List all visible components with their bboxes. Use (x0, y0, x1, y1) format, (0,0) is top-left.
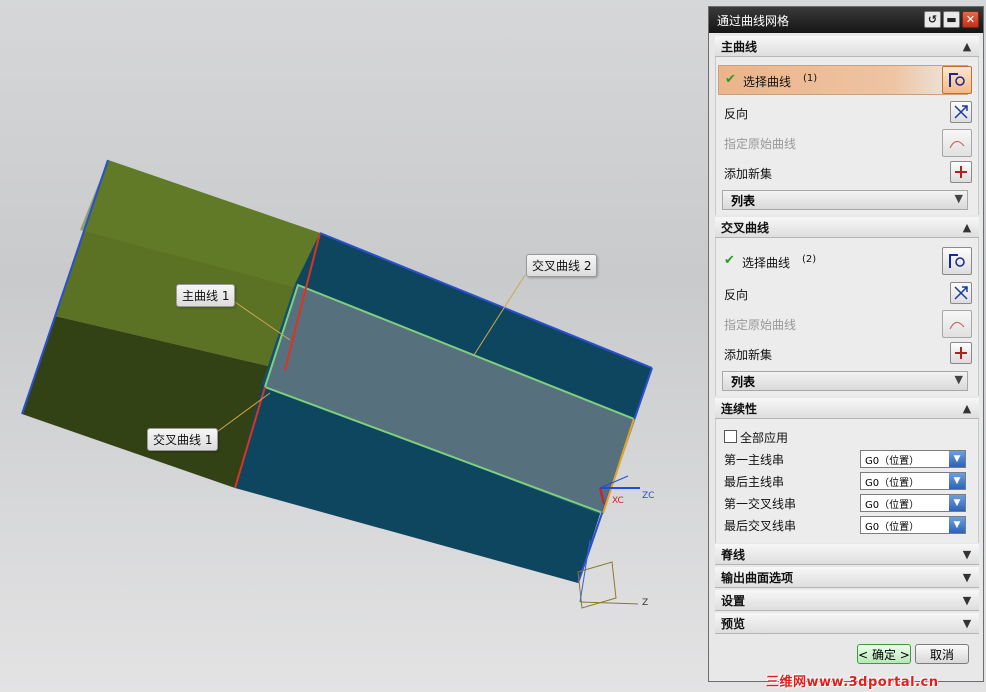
continuity-label-first-cross: 第一交叉线串 (724, 497, 797, 511)
axis-label-z: Z (642, 598, 649, 608)
select-curve-count-cross: (2) (802, 254, 817, 265)
apply-all-checkbox[interactable] (724, 430, 737, 443)
add-set-icon[interactable] (950, 161, 972, 183)
graphics-viewport[interactable]: 主曲线 1 交叉曲线 1 交叉曲线 2 XC ZC Z (0, 0, 708, 692)
section-cross-curve-title: 交叉曲线 (721, 220, 770, 235)
section-continuity-header[interactable]: 连续性 ▲ (715, 398, 979, 419)
select-curve-row-main[interactable]: ✔ 选择曲线 (1) (718, 65, 968, 95)
chevron-down-icon: ▼ (954, 192, 963, 205)
abs-z-axis (579, 601, 639, 605)
continuity-select-last-cross[interactable]: G0（位置） ▼ (860, 516, 966, 534)
section-preview-title: 预览 (721, 616, 746, 631)
select-curve-label-main: 选择曲线 (743, 75, 792, 89)
curve-select-icon[interactable] (942, 66, 972, 94)
section-output-options-title: 输出曲面选项 (721, 570, 794, 585)
continuity-select-last-main[interactable]: G0（位置） ▼ (860, 472, 966, 490)
section-output-options-header[interactable]: 输出曲面选项 ▼ (715, 567, 979, 588)
callout-cross-curve-1: 交叉曲线 1 (147, 428, 219, 451)
section-settings-header[interactable]: 设置 ▼ (715, 590, 979, 611)
watermark: 三维网www.3dportal.cn (766, 675, 939, 690)
chevron-down-icon: ▼ (949, 495, 965, 511)
apply-all-label: 全部应用 (740, 431, 789, 445)
chevron-up-icon[interactable]: ▲ (959, 219, 975, 235)
close-icon[interactable]: ✕ (962, 11, 979, 28)
reverse-direction-icon[interactable] (950, 101, 972, 123)
continuity-label-last-main: 最后主线串 (724, 475, 785, 489)
list-toggle-main[interactable]: 列表 ▼ (722, 190, 968, 210)
chevron-down-icon: ▼ (949, 451, 965, 467)
list-toggle-cross[interactable]: 列表 ▼ (722, 371, 968, 391)
section-main-curve-body: ✔ 选择曲线 (1) 反向 指定原始曲线 添加新集 列表 ▼ (715, 57, 979, 215)
section-continuity-title: 连续性 (721, 401, 758, 416)
callout-main-curve-1: 主曲线 1 (176, 284, 236, 307)
section-cross-curve-header[interactable]: 交叉曲线 ▲ (715, 217, 979, 238)
through-curve-mesh-dialog: 通过曲线网格 ↺ ▬ ✕ 主曲线 ▲ ✔ 选择曲线 (1) 反向 指定原始曲线 … (708, 6, 984, 682)
cancel-button[interactable]: 取消 (915, 644, 969, 664)
section-main-curve-header[interactable]: 主曲线 ▲ (715, 36, 979, 57)
select-curve-count-main: (1) (803, 73, 818, 84)
origin-curve-icon[interactable] (942, 129, 972, 157)
add-new-set-label-main: 添加新集 (724, 167, 773, 181)
select-curve-label-cross: 选择曲线 (742, 256, 791, 270)
continuity-select-first-main[interactable]: G0（位置） ▼ (860, 450, 966, 468)
list-label-cross: 列表 (731, 374, 756, 389)
continuity-value-first-cross: G0（位置） (865, 499, 920, 511)
section-cross-curve-body: ✔ 选择曲线 (2) 反向 指定原始曲线 添加新集 列表 ▼ (715, 238, 979, 396)
origin-curve-icon[interactable] (942, 310, 972, 338)
continuity-value-first-main: G0（位置） (865, 455, 920, 467)
checkmark-icon: ✔ (725, 72, 736, 87)
continuity-label-first-main: 第一主线串 (724, 453, 785, 467)
chevron-down-icon: ▼ (949, 473, 965, 489)
chevron-down-icon[interactable]: ▼ (959, 569, 975, 585)
chevron-down-icon: ▼ (949, 517, 965, 533)
reverse-label-main: 反向 (724, 107, 749, 121)
minimize-icon[interactable]: ▬ (943, 11, 960, 28)
model-view[interactable] (0, 0, 708, 692)
continuity-value-last-cross: G0（位置） (865, 521, 920, 533)
section-settings-title: 设置 (721, 593, 746, 608)
dialog-title: 通过曲线网格 (717, 13, 790, 28)
add-set-icon[interactable] (950, 342, 972, 364)
checkmark-icon: ✔ (724, 253, 735, 268)
chevron-up-icon[interactable]: ▲ (959, 38, 975, 54)
curve-select-icon[interactable] (942, 247, 972, 275)
specify-origin-label-cross: 指定原始曲线 (724, 318, 797, 332)
axis-label-zc: ZC (642, 491, 655, 501)
ok-button[interactable]: < 确定 > (857, 644, 911, 664)
reset-icon[interactable]: ↺ (924, 11, 941, 28)
section-spine-header[interactable]: 脊线 ▼ (715, 544, 979, 565)
reverse-direction-icon[interactable] (950, 282, 972, 304)
chevron-up-icon[interactable]: ▲ (959, 400, 975, 416)
section-main-curve-title: 主曲线 (721, 39, 758, 54)
dialog-titlebar[interactable]: 通过曲线网格 ↺ ▬ ✕ (709, 7, 983, 33)
continuity-label-last-cross: 最后交叉线串 (724, 519, 797, 533)
chevron-down-icon[interactable]: ▼ (959, 592, 975, 608)
specify-origin-label-main: 指定原始曲线 (724, 137, 797, 151)
add-new-set-label-cross: 添加新集 (724, 348, 773, 362)
section-spine-title: 脊线 (721, 547, 746, 562)
chevron-down-icon: ▼ (954, 373, 963, 386)
chevron-down-icon[interactable]: ▼ (959, 615, 975, 631)
list-label-main: 列表 (731, 193, 756, 208)
continuity-select-first-cross[interactable]: G0（位置） ▼ (860, 494, 966, 512)
section-continuity-body: 全部应用 第一主线串 G0（位置） ▼ 最后主线串 G0（位置） ▼ 第一交叉线… (715, 419, 979, 543)
continuity-value-last-main: G0（位置） (865, 477, 920, 489)
section-preview-header[interactable]: 预览 ▼ (715, 613, 979, 634)
chevron-down-icon[interactable]: ▼ (959, 546, 975, 562)
axis-label-xc: XC (612, 496, 624, 506)
callout-cross-curve-2: 交叉曲线 2 (526, 254, 598, 277)
reverse-label-cross: 反向 (724, 288, 749, 302)
